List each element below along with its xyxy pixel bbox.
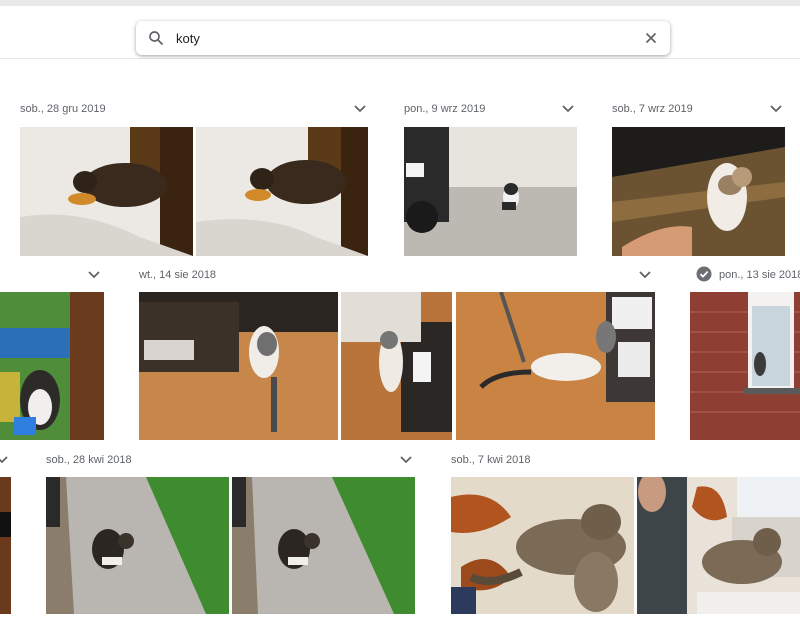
search-icon[interactable] [147,29,165,47]
date-group-header [0,453,12,473]
photo-thumbnail[interactable] [456,292,655,440]
photo-thumbnail[interactable] [196,127,368,256]
date-group-header: sob., 7 kwi 2018 [451,453,800,473]
photo-thumbnail[interactable] [404,127,577,256]
date-group-header [0,268,104,288]
date-group-header: pon., 9 wrz 2019 [404,102,580,122]
close-icon[interactable] [642,29,660,47]
date-label: wt., 14 sie 2018 [139,269,217,281]
photo-thumbnail[interactable] [139,292,338,440]
date-label: pon., 9 wrz 2019 [404,103,486,115]
date-label: sob., 28 kwi 2018 [46,454,132,466]
chevron-down-icon[interactable] [86,268,102,282]
date-label: sob., 7 wrz 2019 [612,103,693,115]
photo-thumbnail[interactable] [637,477,800,614]
date-label: sob., 7 kwi 2018 [451,454,531,466]
photo-thumbnail[interactable] [0,477,11,614]
photo-thumbnail[interactable] [46,477,229,614]
photo-thumbnail[interactable] [690,292,800,440]
app-bar [0,6,800,59]
date-group-header: wt., 14 sie 2018 [139,268,655,288]
search-bar[interactable] [136,21,670,55]
photo-thumbnail[interactable] [0,292,104,440]
chevron-down-icon[interactable] [560,102,576,116]
photo-thumbnail[interactable] [612,127,785,256]
photo-thumbnail[interactable] [20,127,193,256]
date-group-header: sob., 28 gru 2019 [20,102,370,122]
photo-thumbnail[interactable] [232,477,415,614]
date-group-header: sob., 28 kwi 2018 [46,453,416,473]
chevron-down-icon[interactable] [352,102,368,116]
chevron-down-icon[interactable] [398,453,414,467]
photo-thumbnail[interactable] [451,477,634,614]
date-label: sob., 28 gru 2019 [20,103,106,115]
chevron-down-icon[interactable] [637,268,653,282]
chevron-down-icon[interactable] [0,453,10,467]
date-group-header: sob., 7 wrz 2019 [612,102,788,122]
search-input[interactable] [176,28,616,48]
chevron-down-icon[interactable] [768,102,784,116]
check-circle-icon[interactable] [696,266,712,282]
date-label: pon., 13 sie 2018 [719,269,800,281]
photo-thumbnail[interactable] [341,292,452,440]
date-group-header: pon., 13 sie 2018 [696,266,800,288]
